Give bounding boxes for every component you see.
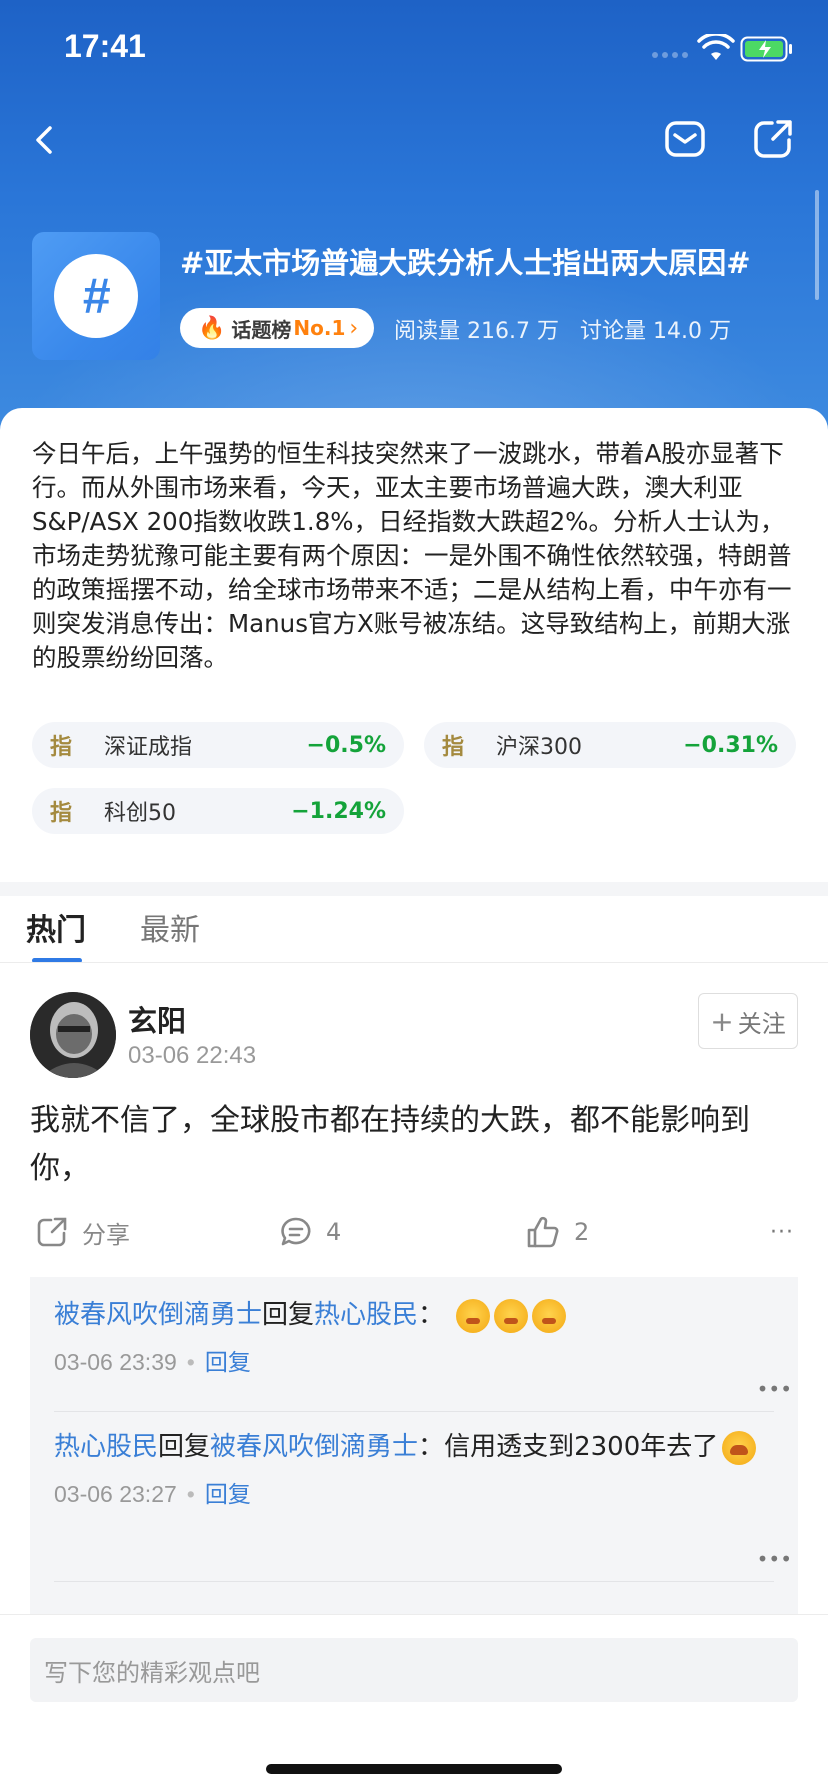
reply-divider bbox=[54, 1581, 774, 1582]
meta-dot: • bbox=[186, 1481, 195, 1507]
battery-icon bbox=[740, 36, 792, 62]
back-button[interactable] bbox=[28, 118, 68, 162]
read-count: 阅读量 216.7 万 bbox=[394, 319, 559, 344]
tab-hot[interactable]: 热门 bbox=[26, 905, 86, 949]
rank-label: 话题榜 bbox=[231, 317, 292, 342]
reply-from-user[interactable]: 热心股民 bbox=[54, 1432, 158, 1462]
share-label: 分享 bbox=[82, 1220, 130, 1249]
reply-from-user[interactable]: 被春风吹倒滴勇士 bbox=[54, 1300, 262, 1330]
meta-dot: • bbox=[186, 1349, 195, 1375]
tab-divider bbox=[0, 962, 828, 963]
post-text[interactable]: 我就不信了，全球股市都在持续的大跌，都不能影响到你， bbox=[30, 1097, 800, 1193]
fire-icon: 🔥 bbox=[198, 315, 226, 341]
index-chip-hs300[interactable]: 指 沪深300 −0.31% bbox=[424, 722, 796, 768]
mail-icon[interactable] bbox=[664, 118, 706, 160]
share-button[interactable]: 分享 bbox=[36, 1212, 130, 1252]
comment-input[interactable]: 写下您的精彩观点吧 bbox=[30, 1638, 798, 1702]
like-count: 2 bbox=[574, 1218, 590, 1246]
index-name: 沪深300 bbox=[496, 735, 582, 760]
rank-value: No.1 bbox=[293, 316, 346, 340]
index-tag: 指 bbox=[442, 735, 465, 760]
scrollbar bbox=[815, 190, 819, 300]
pouting-face-icon bbox=[532, 1298, 567, 1333]
share-external-icon[interactable] bbox=[752, 118, 794, 160]
comment-icon bbox=[281, 1217, 311, 1246]
reply-content: 信用透支到2300年去了 bbox=[444, 1432, 719, 1462]
index-change: −0.31% bbox=[683, 732, 778, 758]
reply-item[interactable]: 热心股民回复被春风吹倒滴勇士：信用透支到2300年去了 03-06 23:27 •… bbox=[54, 1423, 774, 1509]
reply-divider bbox=[54, 1411, 774, 1412]
reply-more-icon[interactable]: ••• bbox=[757, 1377, 792, 1401]
reply-separator: ： bbox=[418, 1300, 445, 1330]
like-button[interactable]: 2 bbox=[526, 1212, 589, 1252]
avatar-image bbox=[30, 992, 116, 1078]
index-chip-szcz[interactable]: 指 深证成指 −0.5% bbox=[32, 722, 404, 768]
index-change: −0.5% bbox=[306, 732, 386, 758]
hashtag-symbol: # bbox=[54, 254, 138, 338]
follow-button[interactable]: + 关注 bbox=[698, 993, 798, 1049]
topic-description: 今日午后，上午强势的恒生科技突然来了一波跳水，带着A股亦显著下行。而从外围市场来… bbox=[32, 439, 792, 672]
avatar[interactable] bbox=[30, 992, 116, 1078]
wifi-icon bbox=[697, 34, 735, 60]
topic-hashtag-icon: # bbox=[32, 232, 160, 360]
follow-label: 关注 bbox=[737, 1009, 786, 1038]
signal-icon bbox=[652, 52, 692, 58]
thumbs-up-icon bbox=[527, 1216, 559, 1248]
home-indicator bbox=[266, 1764, 562, 1774]
reply-separator: ： bbox=[418, 1432, 445, 1462]
index-name: 深证成指 bbox=[104, 735, 193, 760]
reply-item[interactable]: 被春风吹倒滴勇士回复热心股民： 03-06 23:39 • 回复 bbox=[54, 1291, 774, 1377]
post-user-name[interactable]: 玄阳 bbox=[128, 998, 186, 1040]
pouting-face-icon bbox=[494, 1298, 529, 1333]
reply-verb: 回复 bbox=[158, 1432, 211, 1462]
reply-to-user[interactable]: 被春风吹倒滴勇士 bbox=[210, 1432, 418, 1462]
more-options-icon[interactable]: ··· bbox=[770, 1220, 794, 1245]
plus-icon: + bbox=[710, 1004, 734, 1038]
comment-button[interactable]: 4 bbox=[280, 1212, 341, 1252]
index-tag: 指 bbox=[50, 801, 73, 826]
post-time: 03-06 22:43 bbox=[128, 1042, 257, 1069]
reply-verb: 回复 bbox=[262, 1300, 315, 1330]
reply-list: 被春风吹倒滴勇士回复热心股民： 03-06 23:39 • 回复 ••• 热心股民回… bbox=[30, 1277, 798, 1617]
index-change: −1.24% bbox=[291, 798, 386, 824]
share-icon bbox=[37, 1217, 67, 1247]
reply-button[interactable]: 回复 bbox=[205, 1482, 251, 1508]
section-divider bbox=[0, 882, 828, 896]
reply-time: 03-06 23:39 bbox=[54, 1349, 177, 1375]
reply-button[interactable]: 回复 bbox=[205, 1350, 251, 1376]
tab-latest[interactable]: 最新 bbox=[140, 905, 200, 949]
chevron-right-icon: › bbox=[349, 315, 359, 341]
reply-to-user[interactable]: 热心股民 bbox=[314, 1300, 418, 1330]
crying-face-icon bbox=[722, 1430, 757, 1465]
topic-title: #亚太市场普遍大跌分析人士指出两大原因# bbox=[180, 246, 751, 280]
status-time: 17:41 bbox=[64, 28, 146, 64]
index-chip-kc50[interactable]: 指 科创50 −1.24% bbox=[32, 788, 404, 834]
comment-count: 4 bbox=[326, 1218, 342, 1246]
topic-header: 17:41 # #亚太市场普遍大跌分析人士指出两大原因# 🔥 话题榜 No.1 … bbox=[0, 0, 828, 440]
pouting-face-icon bbox=[456, 1298, 491, 1333]
reply-more-icon[interactable]: ••• bbox=[757, 1547, 792, 1571]
discussion-count: 讨论量 14.0 万 bbox=[580, 319, 731, 344]
reply-time: 03-06 23:27 bbox=[54, 1481, 177, 1507]
index-name: 科创50 bbox=[104, 801, 176, 826]
topic-rank-badge[interactable]: 🔥 话题榜 No.1 › bbox=[180, 308, 374, 348]
index-tag: 指 bbox=[50, 735, 73, 760]
